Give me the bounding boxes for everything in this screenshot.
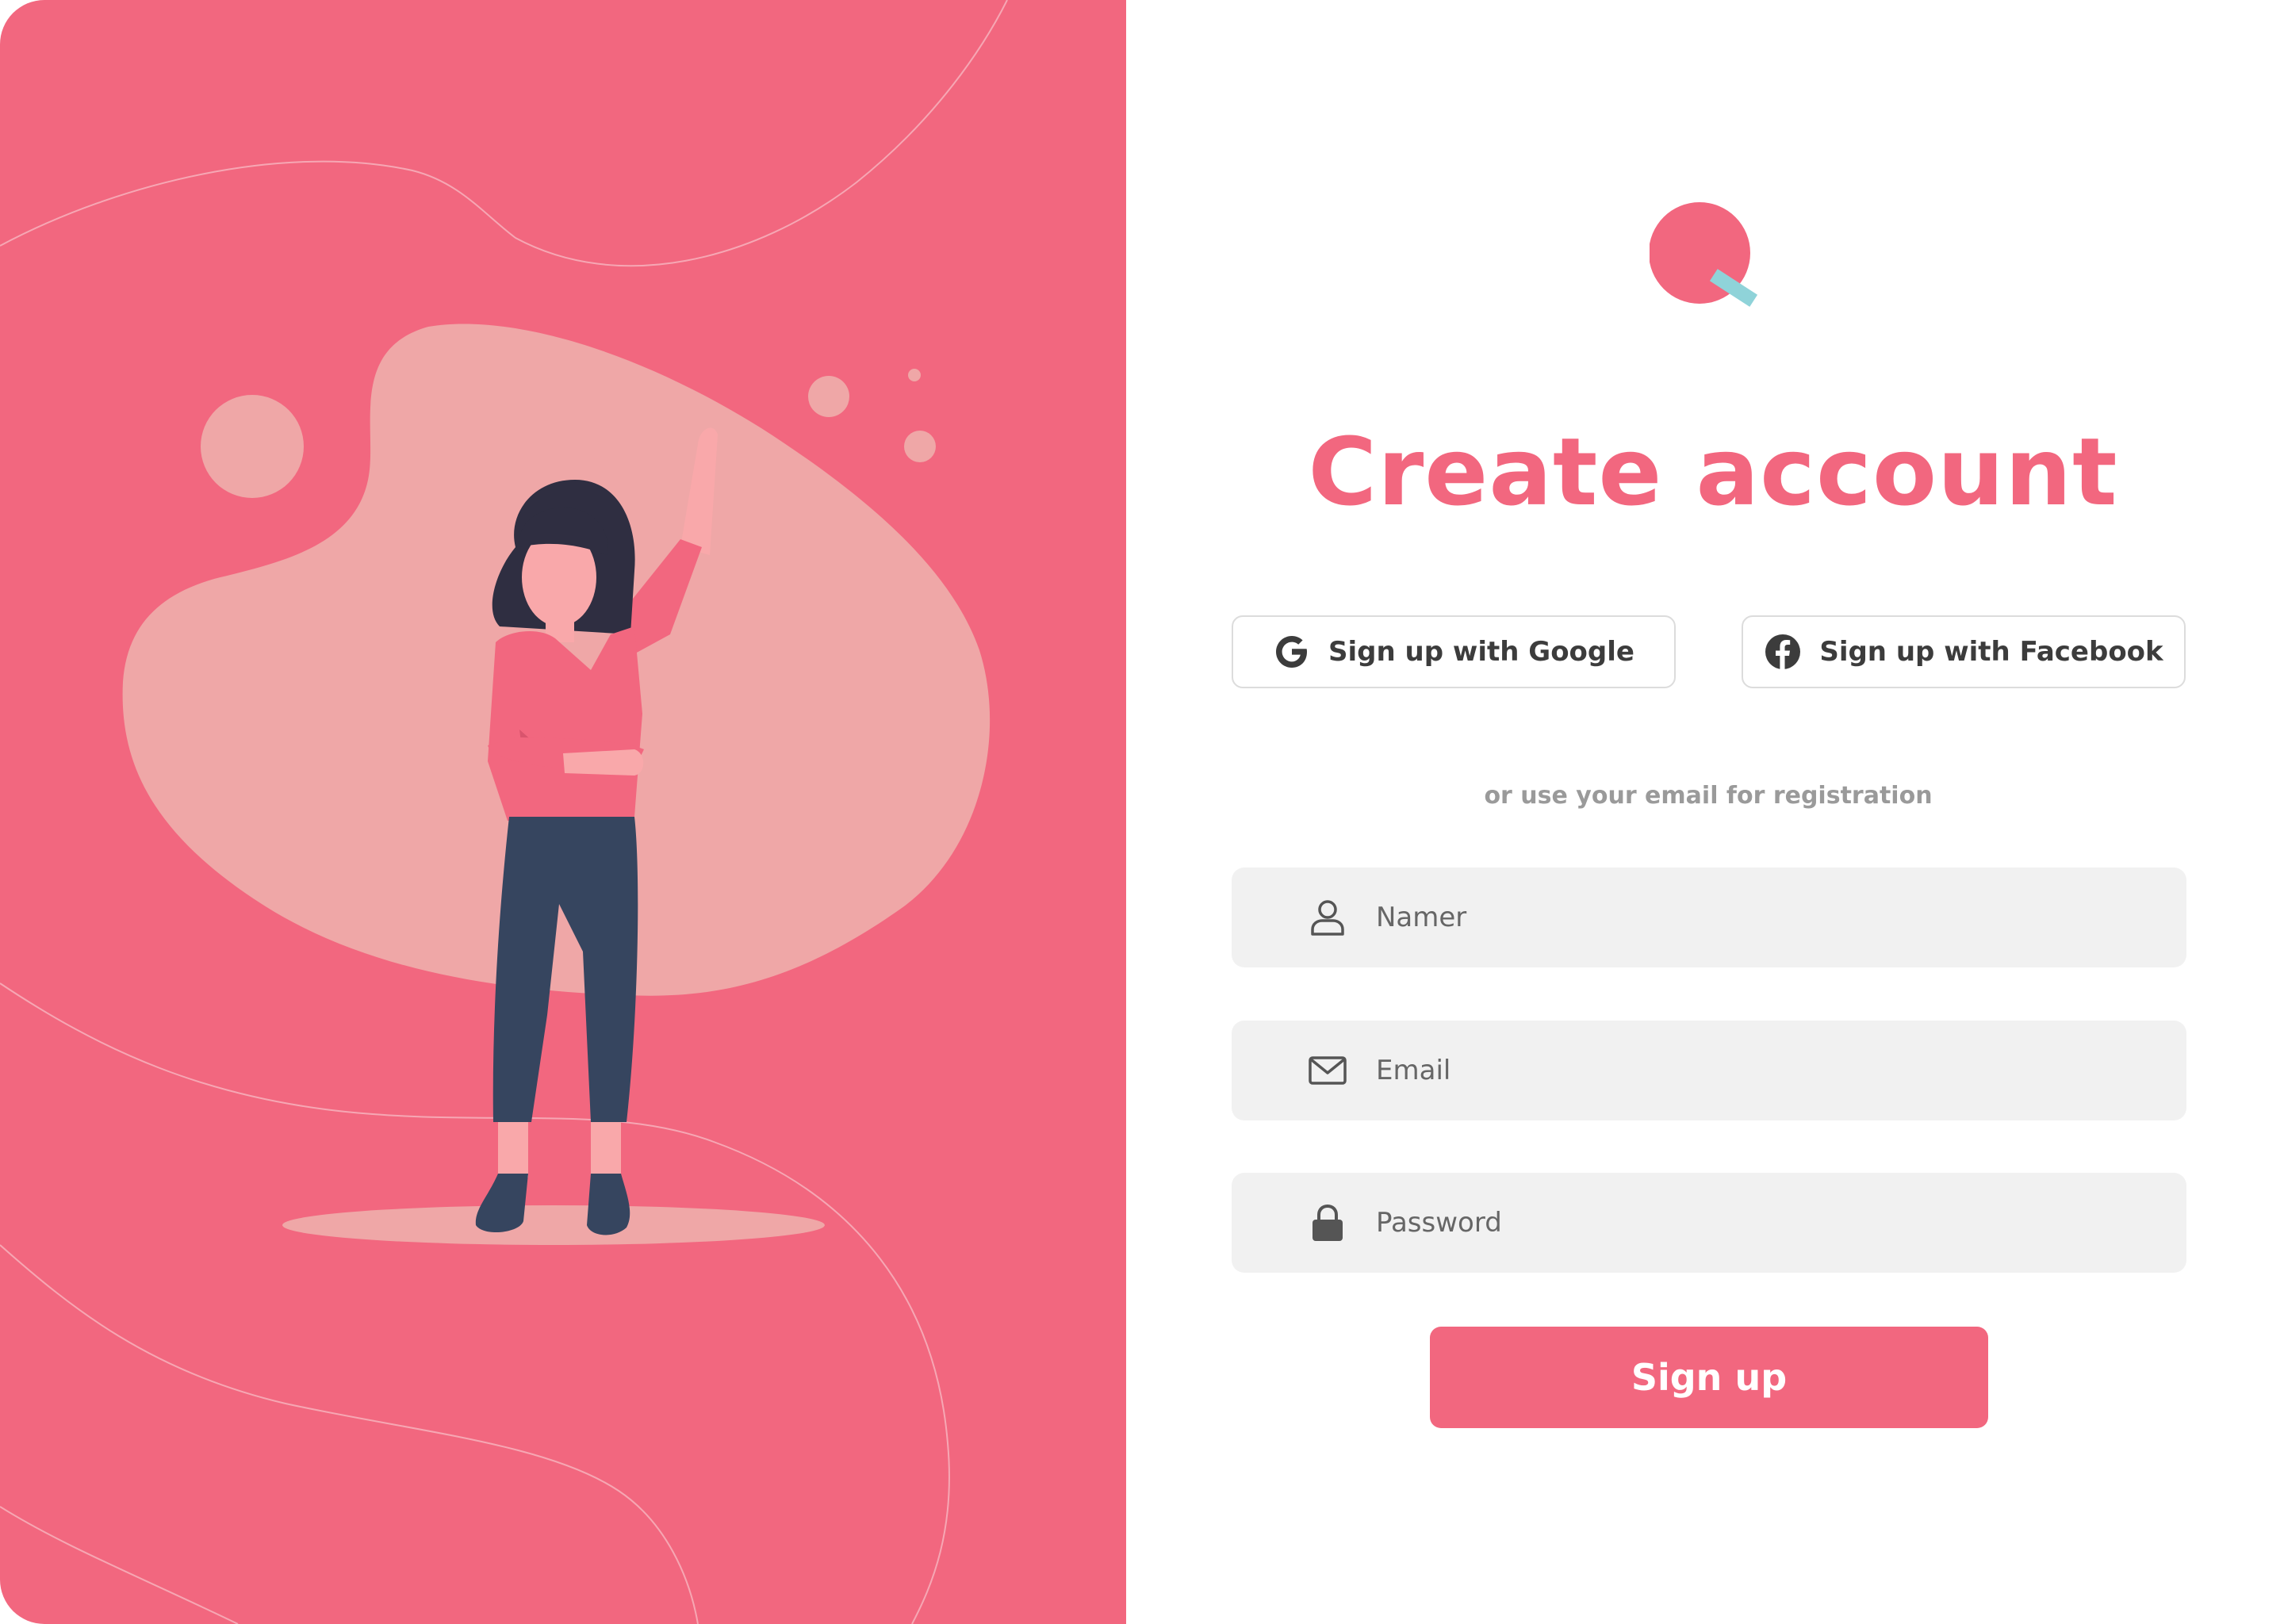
facebook-signup-button[interactable]: Sign up with Facebook: [1742, 615, 2186, 688]
decor-circle: [808, 376, 849, 417]
decor-circle: [904, 431, 936, 462]
google-icon: [1276, 636, 1308, 668]
decor-circle: [908, 369, 921, 381]
password-field: [1232, 1173, 2186, 1273]
q-logo-icon: [1650, 202, 1758, 307]
illustration-panel: [0, 0, 1126, 1624]
mail-icon: [1309, 1056, 1347, 1085]
google-signup-button[interactable]: Sign up with Google: [1232, 615, 1676, 688]
google-signup-label: Sign up with Google: [1328, 636, 1634, 668]
sign-up-button[interactable]: Sign up: [1430, 1327, 1988, 1428]
email-field: [1232, 1021, 2186, 1120]
name-field: [1232, 868, 2186, 967]
signup-page: Create account Sign up with Google Sign …: [0, 0, 2284, 1624]
woman-waving-illustration: [0, 0, 1008, 1624]
facebook-icon: [1765, 634, 1801, 669]
ground-shadow: [282, 1205, 825, 1245]
name-input[interactable]: [1374, 893, 2091, 942]
lock-icon: [1313, 1204, 1343, 1241]
user-icon: [1311, 900, 1344, 936]
facebook-signup-label: Sign up with Facebook: [1819, 636, 2163, 668]
password-input[interactable]: [1374, 1198, 2091, 1247]
decor-circle: [201, 395, 304, 498]
page-title: Create account: [1308, 417, 2118, 527]
email-input[interactable]: [1374, 1046, 2091, 1095]
email-divider-text: or use your email for registration: [1484, 782, 1933, 810]
